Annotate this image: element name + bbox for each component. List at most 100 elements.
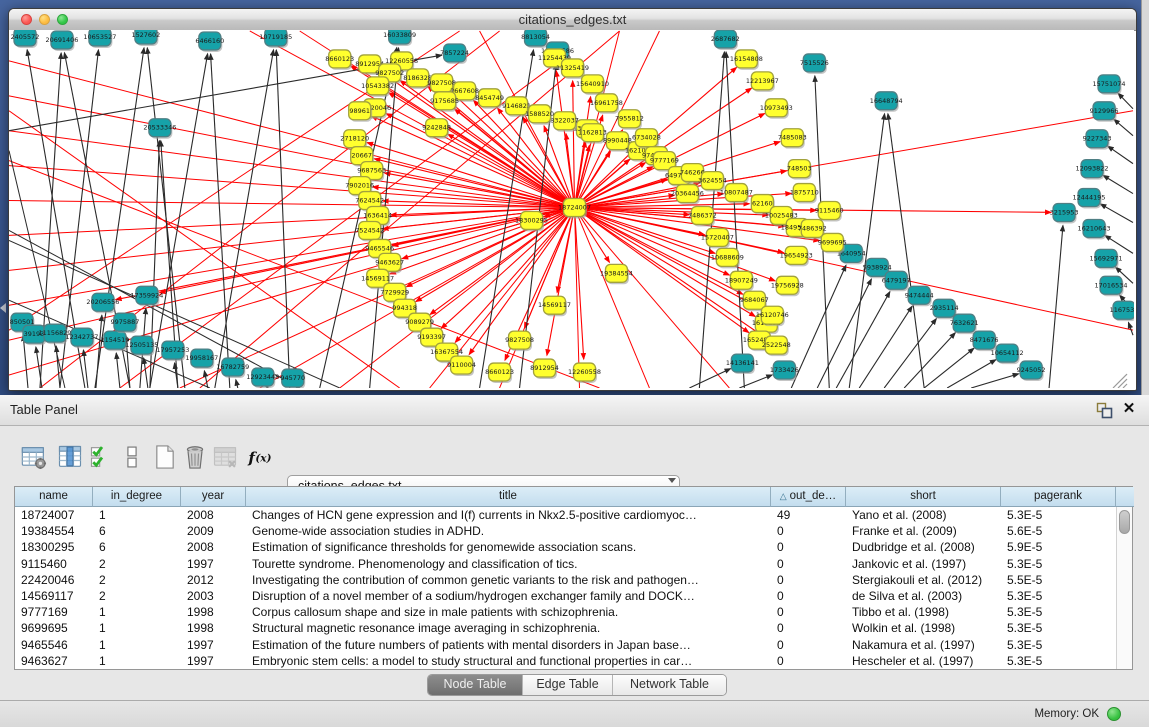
tab-edge-table[interactable]: Edge Table [523,675,613,695]
cell[interactable]: 9699695 [15,620,93,636]
scrollbar-thumb[interactable] [1119,510,1130,534]
cell[interactable]: 0 [771,620,846,636]
column-header-short[interactable]: short [846,487,1001,507]
cell[interactable]: Estimation of significance thresholds fo… [246,539,771,555]
cell[interactable]: 2008 [181,539,246,555]
graph-node[interactable]: 16648794 [870,92,903,112]
cell[interactable]: 2 [93,572,181,588]
cell[interactable]: 5.3E-5 [1001,620,1116,636]
close-panel-icon[interactable]: ✕ [1121,400,1137,418]
graph-node[interactable]: 8660123 [325,50,354,70]
cell[interactable]: de Silva et al. (2003) [846,588,1001,604]
graph-node[interactable]: 14569117 [538,296,571,316]
cell[interactable]: 22420046 [15,572,93,588]
graph-node[interactable]: 10653527 [83,30,116,48]
graph-node[interactable]: 9227343 [1083,130,1112,150]
graph-node[interactable]: 19958167 [185,349,218,369]
graph-node[interactable]: 10719185 [259,30,292,48]
column-header-in_degree[interactable]: in_degree [93,487,181,507]
cell[interactable]: 0 [771,572,846,588]
cell[interactable]: 5.9E-5 [1001,539,1116,555]
graph-node[interactable]: 10973493 [760,99,793,119]
graph-node[interactable]: 8660123 [485,363,514,383]
graph-node[interactable]: 8912954 [530,359,559,379]
cell[interactable]: 0 [771,539,846,555]
cell[interactable]: 5.3E-5 [1001,637,1116,653]
cell[interactable]: 2012 [181,572,246,588]
cell[interactable]: 0 [771,653,846,669]
cell[interactable]: Investigating the contribution of common… [246,572,771,588]
graph-node[interactable]: 20691406 [45,31,78,51]
panel-collapse-arrow-icon[interactable] [0,303,6,313]
table-row[interactable]: 946554611997Estimation of the future num… [15,637,1117,653]
table-row[interactable]: 946362711997Embryonic stem cells: a mode… [15,653,1117,669]
graph-node[interactable]: 15751074 [1093,75,1126,95]
graph-node[interactable]: 16210643 [1078,219,1111,239]
delete-column-icon-disabled[interactable] [211,443,239,471]
cell[interactable]: 1997 [181,637,246,653]
cell[interactable]: 1 [93,637,181,653]
cell[interactable]: Tibbo et al. (1998) [846,604,1001,620]
column-header-name[interactable]: name [15,487,93,507]
cell[interactable]: 5.3E-5 [1001,556,1116,572]
column-header-pagerank[interactable]: pagerank [1001,487,1116,507]
cell[interactable]: 9465546 [15,637,93,653]
cell[interactable]: 6 [93,539,181,555]
float-panel-icon[interactable] [1096,402,1113,419]
column-header-out_de[interactable]: △out_de… [771,487,846,507]
graph-node[interactable]: 7857224 [440,44,469,64]
network-canvas[interactable]: 1872400724055722069140610653527152760264… [9,30,1134,388]
graph-node[interactable]: 14136141 [726,354,759,374]
table-row[interactable]: 1456911722003Disruption of a novel membe… [15,588,1117,604]
graph-node[interactable]: 8813054 [521,30,550,48]
cell[interactable]: Structural magnetic resonance image aver… [246,620,771,636]
graph-node[interactable]: 7515526 [800,54,829,74]
cell[interactable]: 1997 [181,653,246,669]
network-view-window[interactable]: citations_edges.txt 18724007240557220691… [8,8,1137,391]
graph-node[interactable]: 6466160 [195,32,224,52]
graph-node[interactable]: 9827508 [505,331,534,351]
cell[interactable]: Tourette syndrome. Phenomenology and cla… [246,556,771,572]
cell[interactable]: 5.3E-5 [1001,588,1116,604]
graph-node[interactable]: 8322037 [550,112,579,132]
graph-node[interactable]: 7524542 [355,221,384,241]
cell[interactable]: 14569117 [15,588,93,604]
cell[interactable]: 2008 [181,507,246,523]
row-height-icon[interactable] [118,443,146,471]
graph-node[interactable]: 945770 [280,369,305,388]
cell[interactable]: 1 [93,653,181,669]
cell[interactable]: 2 [93,588,181,604]
cell[interactable]: 1998 [181,620,246,636]
graph-node[interactable]: 7485083 [778,129,807,149]
graph-node[interactable]: 12444195 [1073,189,1106,209]
graph-node[interactable]: 17016534 [1095,276,1128,296]
graph-node[interactable]: 2687682 [711,30,740,50]
graph-node[interactable]: 2405572 [11,30,40,48]
function-builder-icon[interactable]: f(x) [246,443,274,471]
cell[interactable]: 5.3E-5 [1001,653,1116,669]
graph-node[interactable]: 16782759 [216,358,249,378]
cell[interactable]: Jankovic et al. (1997) [846,556,1001,572]
cell[interactable]: 0 [771,588,846,604]
cell[interactable]: 2009 [181,523,246,539]
cell[interactable]: Nakamura et al. (1997) [846,637,1001,653]
table-row[interactable]: 1830029562008Estimation of significance … [15,539,1117,555]
cell[interactable]: 5.3E-5 [1001,604,1116,620]
cell[interactable]: 1 [93,620,181,636]
cell[interactable]: 0 [771,604,846,620]
graph-node[interactable]: 9115460 [815,202,844,222]
cell[interactable]: 0 [771,523,846,539]
graph-node[interactable]: 7955812 [615,110,644,130]
window-resize-grip[interactable] [1113,374,1127,388]
table-row[interactable]: 2242004622012Investigating the contribut… [15,572,1117,588]
graph-node[interactable]: 15692971 [1090,249,1123,269]
column-header-title[interactable]: title [246,487,771,507]
graph-node[interactable]: 12923448 [246,368,279,388]
cell[interactable]: Genome-wide association studies in ADHD. [246,523,771,539]
select-columns-icon[interactable] [88,443,116,471]
tab-node-table[interactable]: Node Table [428,675,523,695]
graph-node[interactable]: 1527602 [131,30,160,46]
graph-node[interactable]: 7632621 [950,314,979,334]
cell[interactable]: Embryonic stem cells: a model to study s… [246,653,771,669]
cell[interactable]: 1997 [181,556,246,572]
